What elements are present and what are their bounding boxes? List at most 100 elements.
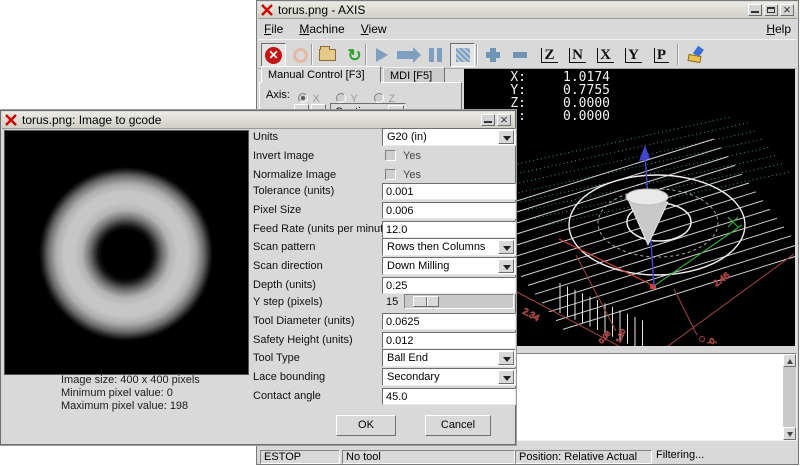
y-step-slider[interactable] (404, 294, 514, 309)
dialog-title: torus.png: Image to gcode (22, 113, 161, 127)
toolbar: ✕ ↻ Z N X Y P (258, 39, 797, 69)
open-file-button[interactable] (315, 43, 340, 67)
estop-button[interactable]: ✕ (261, 43, 286, 67)
cancel-button[interactable]: Cancel (425, 415, 491, 436)
status-tool: No tool (342, 450, 515, 464)
menu-help[interactable]: Help (766, 22, 791, 36)
plus-icon (486, 48, 500, 62)
tab-manual-control[interactable]: Manual Control [F3] (261, 66, 381, 83)
label-tool-type: Tool Type (253, 352, 300, 364)
normalize-image-checkbox[interactable] (385, 169, 396, 180)
axis-window-title: torus.png - AXIS (278, 3, 365, 17)
view-x-button[interactable]: X (593, 43, 618, 67)
y-step-value: 15 (386, 296, 398, 308)
tool-type-select[interactable]: Ball End (382, 349, 516, 367)
svg-text:-0.: -0. (706, 336, 717, 346)
status-position: Position: Relative Actual (515, 450, 652, 464)
run-icon (376, 48, 388, 62)
stop-button[interactable] (450, 43, 475, 67)
scan-direction-select[interactable]: Down Milling (382, 257, 516, 275)
maximize-button[interactable] (764, 4, 778, 16)
label-depth: Depth (units) (253, 279, 316, 291)
view-perspective-icon: P (654, 48, 669, 63)
menu-file[interactable]: File (264, 22, 283, 36)
svg-text:1.20: 1.20 (615, 328, 627, 343)
label-normalize-image: Normalize Image (253, 169, 336, 181)
tool-cone (626, 189, 668, 245)
axis-logo-icon (261, 4, 273, 16)
tool-diameter-input[interactable] (382, 313, 516, 330)
chevron-down-icon (498, 370, 514, 384)
scroll-down-icon[interactable] (783, 427, 796, 440)
view-z2-icon: N (569, 48, 586, 63)
listing-scrollbar[interactable] (783, 354, 796, 440)
estop-icon: ✕ (265, 47, 282, 64)
axis-titlebar[interactable]: torus.png - AXIS (258, 2, 797, 19)
reload-icon: ↻ (347, 47, 361, 64)
normalize-yes-label: Yes (403, 169, 421, 181)
label-safety-height: Safety Height (units) (253, 334, 353, 346)
open-folder-icon (319, 49, 336, 61)
status-filtering: Filtering... (656, 449, 704, 463)
label-scan-direction: Scan direction (253, 260, 323, 272)
max-pixel-text: Maximum pixel value: 198 (61, 400, 188, 412)
label-contact-angle: Contact angle (253, 390, 321, 402)
menubar: File Machine View Help (258, 19, 797, 39)
step-button[interactable] (396, 43, 421, 67)
label-lace-bounding: Lace bounding (253, 371, 325, 383)
slider-handle[interactable] (413, 296, 439, 307)
menu-machine[interactable]: Machine (299, 22, 344, 36)
radio-icon (336, 93, 346, 103)
contact-angle-input[interactable] (382, 388, 516, 405)
torus-image (5, 131, 248, 374)
radio-icon (374, 93, 384, 103)
zoom-in-button[interactable] (480, 43, 505, 67)
image-preview (4, 130, 249, 375)
svg-text:0.08: 0.08 (598, 330, 612, 345)
ok-button[interactable]: OK (336, 415, 396, 436)
status-estop: ESTOP (260, 450, 340, 464)
depth-input[interactable] (382, 277, 516, 294)
minimize-button[interactable] (748, 4, 762, 16)
menu-view[interactable]: View (361, 22, 387, 36)
feed-rate-input[interactable] (382, 221, 516, 238)
tolerance-input[interactable] (382, 183, 516, 200)
dialog-titlebar[interactable]: torus.png: Image to gcode (2, 112, 514, 129)
invert-image-checkbox[interactable] (385, 150, 396, 161)
view-y-button[interactable]: Y (621, 43, 646, 67)
pixel-size-input[interactable] (382, 202, 516, 219)
pause-button[interactable] (423, 43, 448, 67)
chevron-down-icon (498, 130, 514, 144)
label-tool-diameter: Tool Diameter (units) (253, 315, 354, 327)
view-y-icon: Y (625, 48, 642, 63)
tab-mdi[interactable]: MDI [F5] (383, 67, 445, 83)
axis-logo-icon (5, 114, 17, 126)
view-x-icon: X (597, 48, 614, 63)
view-z2-button[interactable]: N (565, 43, 590, 67)
safety-height-input[interactable] (382, 332, 516, 349)
machine-power-button[interactable] (288, 43, 313, 67)
label-invert-image: Invert Image (253, 150, 314, 162)
close-button[interactable] (780, 4, 794, 16)
label-feed-rate: Feed Rate (units per minute) (253, 223, 393, 235)
label-pixel-size: Pixel Size (253, 204, 301, 216)
clear-plot-button[interactable] (683, 43, 708, 67)
power-icon (293, 48, 308, 63)
run-button[interactable] (369, 43, 394, 67)
chevron-down-icon (498, 259, 514, 273)
scan-pattern-select[interactable]: Rows then Columns (382, 238, 516, 256)
units-select[interactable]: G20 (in) (382, 128, 516, 146)
min-pixel-text: Minimum pixel value: 0 (61, 387, 173, 399)
zoom-out-button[interactable] (507, 43, 532, 67)
chevron-down-icon (498, 351, 514, 365)
dialog-minimize-button[interactable] (481, 114, 495, 126)
view-z-button[interactable]: Z (537, 43, 562, 67)
dialog-close-button[interactable] (497, 114, 511, 126)
scroll-up-icon[interactable] (783, 354, 796, 367)
label-units: Units (253, 131, 278, 143)
svg-text:2.34: 2.34 (521, 306, 541, 323)
label-tolerance: Tolerance (units) (253, 185, 334, 197)
view-perspective-button[interactable]: P (649, 43, 674, 67)
lace-bounding-select[interactable]: Secondary (382, 368, 516, 386)
reload-file-button[interactable]: ↻ (342, 43, 367, 67)
